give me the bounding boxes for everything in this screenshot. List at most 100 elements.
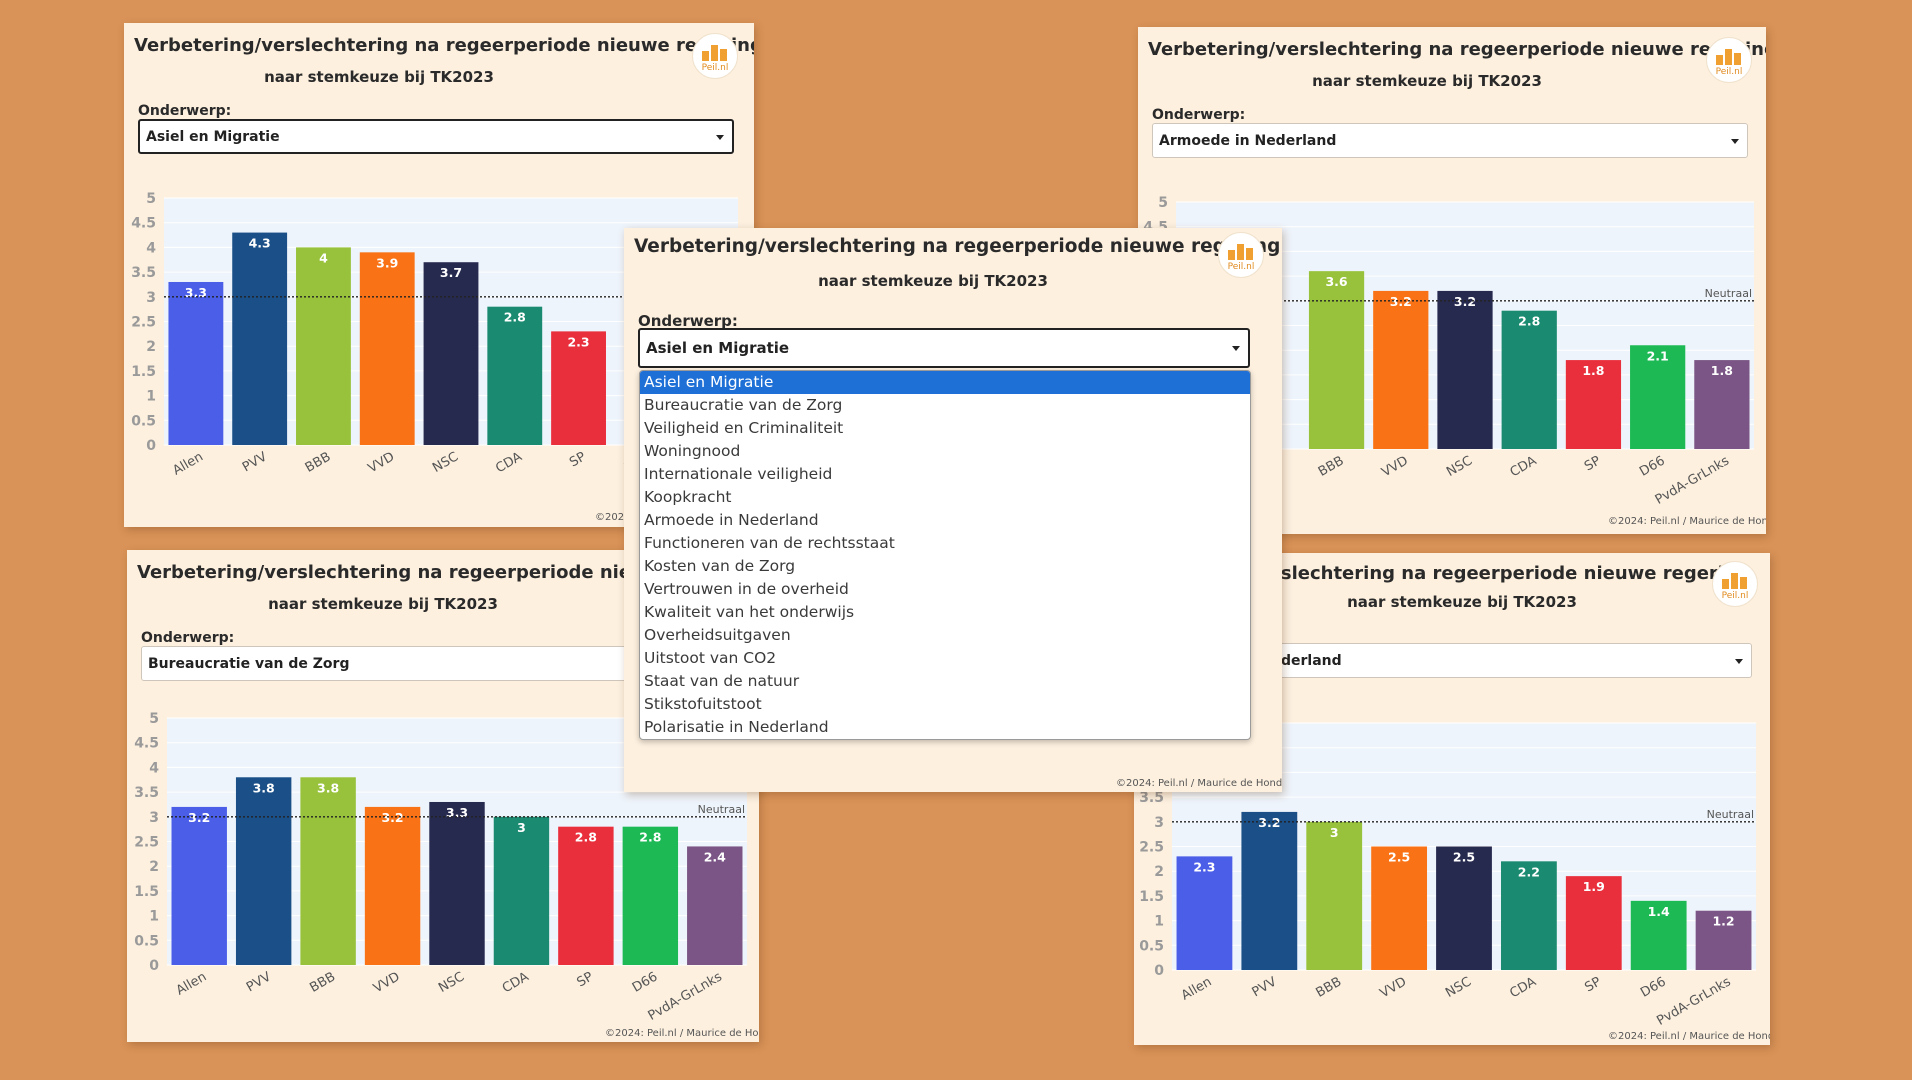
dropdown-option[interactable]: Kosten van de Zorg [640,555,1250,578]
y-tick-label: 2 [149,859,159,875]
dropdown-option[interactable]: Woningnood [640,440,1250,463]
x-tick-label: CDA [1507,974,1539,1001]
bar-value-label: 2.1 [1647,348,1669,363]
y-tick-label: 3 [146,290,156,306]
chart-title: Verbetering/verslechtering na regeerperi… [1148,39,1766,60]
bar-allen [168,281,224,445]
x-tick-label: PvdA-GrLnks [1654,974,1733,1028]
dropdown-option[interactable]: Stikstofuitstoot [640,693,1250,716]
dropdown-option[interactable]: Overheidsuitgaven [640,624,1250,647]
bar-vvd [364,806,421,965]
y-tick-label: 5 [146,191,156,207]
chart-title: Verbetering/verslechtering na regeerperi… [134,35,754,56]
chevron-down-icon [1731,138,1739,144]
bar-value-label: 3 [1330,825,1339,840]
y-tick-label: 4.5 [131,216,156,232]
chart-subtitle: naar stemkeuze bij TK2023 [818,272,1048,290]
x-tick-label: VVD [1378,974,1410,1001]
x-tick-label: BBB [303,449,334,475]
bar-value-label: 3.9 [376,255,398,270]
bar-sp [558,826,614,965]
bar-bbb [1308,271,1365,449]
chart-subtitle: naar stemkeuze bij TK2023 [264,68,494,86]
x-tick-label: NSC [1443,974,1474,1001]
bar-value-label: 2.8 [575,830,597,845]
dropdown-option[interactable]: Internationale veiligheid [640,463,1250,486]
dropdown-option[interactable]: Armoede in Nederland [640,509,1250,532]
y-tick-label: 3.5 [131,265,156,281]
bar-value-label: 2.4 [704,849,726,864]
bar-value-label: 2.2 [1518,864,1540,879]
onderwerp-select[interactable]: Armoede in Nederland [1152,123,1748,158]
bar-bbb [300,777,356,965]
onderwerp-select[interactable]: Asiel en Migratie [138,119,734,154]
bar-value-label: 1.9 [1583,879,1605,894]
bar-value-label: 1.4 [1648,904,1670,919]
bar-value-label: 3.8 [253,780,275,795]
bar-value-label: 3.8 [317,780,339,795]
copyright-footer: ©2024: Peil.nl / Maurice de Hond [1116,778,1282,789]
dropdown-option[interactable]: Asiel en Migratie [640,371,1250,394]
x-tick-label: CDA [493,449,525,476]
bar-value-label: 3 [517,820,526,835]
neutral-label: Neutraal [1705,287,1752,300]
y-tick-label: 0.5 [131,413,156,429]
x-tick-label: SP [1582,453,1604,474]
x-tick-label: SP [567,449,589,470]
onderwerp-label: Onderwerp: [141,630,235,646]
dropdown-option[interactable]: Polarisatie in Nederland [640,716,1250,739]
bar-value-label: 2.3 [1193,859,1215,874]
onderwerp-select[interactable]: Asiel en Migratie [638,328,1250,368]
dropdown-option[interactable]: Functioneren van de rechtsstaat [640,532,1250,555]
x-tick-label: D66 [1638,974,1669,1000]
bar-value-label: 2.8 [504,310,526,325]
bar-value-label: 2.5 [1388,850,1410,865]
bar-bbb [1306,821,1363,970]
y-tick-label: 0 [1154,963,1164,979]
bar-allen [171,806,227,965]
y-tick-label: 2 [1154,864,1164,880]
bar-pvv [235,777,292,965]
bar-value-label: 2.5 [1453,850,1475,865]
bar-vvd [1373,290,1429,449]
y-tick-label: 1.5 [1139,889,1164,905]
y-tick-label: 5 [1158,195,1168,211]
chevron-down-icon [1735,658,1743,664]
y-tick-label: 0 [149,958,159,974]
copyright-footer: ©2024: Peil.nl / Maurice de Hond [605,1028,759,1039]
dropdown-option[interactable]: Uitstoot van CO2 [640,647,1250,670]
dropdown-option[interactable]: Staat van de natuur [640,670,1250,693]
x-tick-label: VVD [366,449,398,476]
bar-value-label: 3.3 [185,285,207,300]
neutral-label: Neutraal [698,803,745,816]
dropdown-option[interactable]: Veiligheid en Criminaliteit [640,417,1250,440]
onderwerp-select-value: derland [1281,652,1342,669]
bar-vvd [359,252,415,445]
dropdown-option[interactable]: Bureaucratie van de Zorg [640,394,1250,417]
dropdown-option[interactable]: Vertrouwen in de overheid [640,578,1250,601]
peil-logo-icon: Peil.nl [1706,37,1752,83]
y-tick-label: 2.5 [134,835,159,851]
copyright-footer: ©2024: Peil.nl / Maurice de Hond [1608,1031,1770,1042]
chevron-down-icon [1232,346,1240,351]
y-tick-label: 1 [149,909,159,925]
dropdown-option[interactable]: Koopkracht [640,486,1250,509]
bar-value-label: 4.3 [249,236,271,251]
dropdown-option[interactable]: Kwaliteit van het onderwijs [640,601,1250,624]
bar-value-label: 4 [319,250,328,265]
y-tick-label: 0 [146,438,156,454]
x-tick-label: PVV [244,969,274,995]
x-tick-label: NSC [1444,453,1475,480]
x-tick-label: NSC [436,969,467,996]
y-tick-label: 0.5 [134,933,159,949]
bar-cda [487,306,543,445]
x-tick-label: Allen [1179,974,1215,1003]
chart-card-center: Verbetering/verslechtering na regeerperi… [624,228,1282,792]
bar-nsc [1436,846,1492,970]
y-tick-label: 4.5 [134,736,159,752]
chevron-down-icon [716,134,724,140]
onderwerp-dropdown-list[interactable]: Asiel en Migratie Bureaucratie van de Zor… [639,370,1251,740]
onderwerp-select-value: Asiel en Migratie [146,128,280,145]
bar-cda [1501,310,1557,449]
x-tick-label: CDA [500,969,532,996]
